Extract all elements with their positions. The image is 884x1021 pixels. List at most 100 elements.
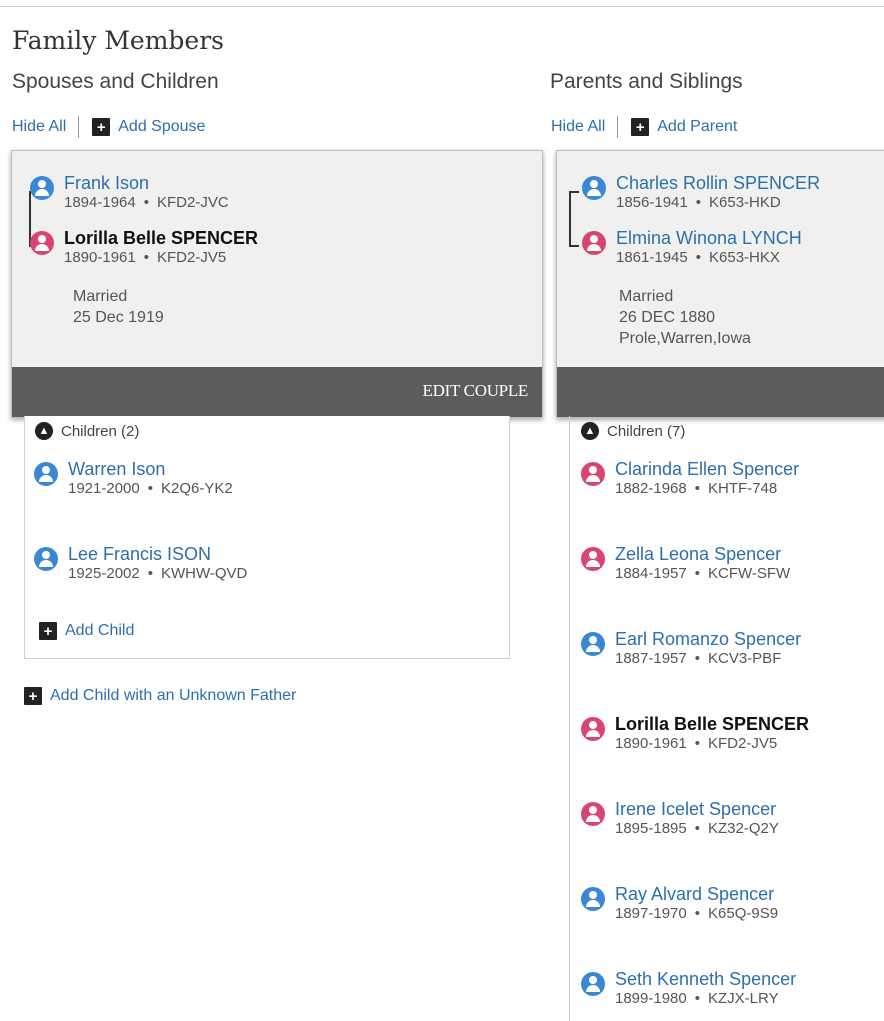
female-person-icon [581, 462, 605, 486]
child-person: Lee Francis ISON 1925-2002 • KWHW-QVD [34, 544, 247, 583]
child-years: 1925-2002 [68, 565, 140, 582]
sibling-name-link[interactable]: Earl Romanzo Spencer [615, 628, 801, 650]
female-person-icon [581, 547, 605, 571]
child-name-link[interactable]: Warren Ison [68, 458, 233, 480]
children-toggle[interactable]: ▲ Children (2) [35, 422, 139, 440]
sibling-id[interactable]: KCFW-SFW [708, 565, 790, 582]
add-spouse-link[interactable]: Add Spouse [118, 118, 205, 136]
couple-action-bar: EDIT COUPLE [12, 367, 542, 417]
child-name-link[interactable]: Lee Francis ISON [68, 543, 247, 565]
plus-icon[interactable]: + [631, 118, 650, 136]
separator-dot: • [694, 905, 700, 922]
father-years: 1856-1941 [616, 194, 688, 211]
siblings-count: (7) [667, 422, 686, 440]
sibling-id[interactable]: KCV3-PBF [708, 650, 781, 667]
male-person-icon [34, 547, 58, 571]
sibling-person: Lorilla Belle SPENCER 1890-1961 • KFD2-JV5 [581, 714, 809, 753]
child-years: 1921-2000 [68, 480, 140, 497]
marriage-info: Married 25 Dec 1919 [73, 286, 164, 328]
husband-years: 1894-1964 [64, 194, 136, 211]
separator-dot: • [147, 480, 153, 497]
parents-connector [569, 191, 579, 247]
sibling-person: Irene Icelet Spencer 1895-1895 • KZ32-Q2Y [581, 799, 779, 838]
sibling-id[interactable]: KZJX-LRY [708, 990, 779, 1007]
sibling-name-link[interactable]: Seth Kenneth Spencer [615, 968, 796, 990]
chevron-up-icon: ▲ [581, 422, 599, 440]
hide-all-spouses-link[interactable]: Hide All [12, 118, 66, 136]
sibling-years: 1884-1957 [615, 565, 687, 582]
female-person-icon [581, 802, 605, 826]
child-id[interactable]: KWHW-QVD [161, 565, 247, 582]
sibling-id[interactable]: KZ32-Q2Y [708, 820, 779, 837]
wife-years: 1890-1961 [64, 249, 136, 266]
edit-couple-button[interactable]: EDIT COUPLE [423, 381, 529, 401]
marriage-label: Married [619, 288, 674, 305]
add-child-unknown-label: Add Child with an Unknown Father [50, 687, 297, 704]
parents-section-title: Parents and Siblings [550, 70, 743, 93]
couple-card: Frank Ison 1894-1964 • KFD2-JVC Lorilla Be… [11, 150, 543, 418]
mother-person: Elmina Winona LYNCH 1861-1945 • K653-HKX [582, 228, 802, 267]
male-person-icon [582, 176, 606, 200]
mother-name-link[interactable]: Elmina Winona LYNCH [616, 227, 802, 249]
sibling-years: 1890-1961 [615, 735, 687, 752]
separator-dot: • [143, 249, 149, 266]
mother-years: 1861-1945 [616, 249, 688, 266]
children-count: (2) [121, 422, 140, 440]
separator-dot: • [695, 194, 701, 211]
separator-dot: • [694, 990, 700, 1007]
siblings-toggle[interactable]: ▲ Children (7) [581, 422, 685, 440]
action-divider [617, 116, 619, 138]
male-person-icon [34, 462, 58, 486]
separator-dot: • [143, 194, 149, 211]
sibling-id[interactable]: KFD2-JV5 [708, 735, 777, 752]
sibling-person: Zella Leona Spencer 1884-1957 • KCFW-SFW [581, 544, 790, 583]
sibling-years: 1895-1895 [615, 820, 687, 837]
sibling-person: Seth Kenneth Spencer 1899-1980 • KZJX-LRY [581, 969, 796, 1008]
female-person-icon [581, 717, 605, 741]
wife-id[interactable]: KFD2-JV5 [157, 249, 226, 266]
father-name-link[interactable]: Charles Rollin SPENCER [616, 172, 820, 194]
children-label: Children [61, 422, 117, 440]
separator-dot: • [694, 820, 700, 837]
sibling-id[interactable]: KHTF-748 [708, 480, 777, 497]
add-parent-link[interactable]: Add Parent [657, 118, 737, 136]
parents-marriage-info: Married 26 DEC 1880 Prole,Warren,Iowa [619, 286, 751, 349]
separator-dot: • [694, 650, 700, 667]
add-child-unknown-father-button[interactable]: + Add Child with an Unknown Father [24, 687, 296, 705]
sibling-years: 1899-1980 [615, 990, 687, 1007]
father-id[interactable]: K653-HKD [709, 194, 781, 211]
sibling-person: Earl Romanzo Spencer 1887-1957 • KCV3-PBF [581, 629, 801, 668]
separator-dot: • [147, 565, 153, 582]
male-person-icon [581, 632, 605, 656]
sibling-name-link[interactable]: Ray Alvard Spencer [615, 883, 778, 905]
marriage-date: 25 Dec 1919 [73, 309, 164, 326]
parents-actions: Hide All + Add Parent [551, 116, 737, 138]
husband-person: Frank Ison 1894-1964 • KFD2-JVC [30, 173, 229, 212]
husband-name-link[interactable]: Frank Ison [64, 172, 229, 194]
male-person-icon [581, 972, 605, 996]
plus-icon: + [39, 622, 57, 640]
sibling-name: Lorilla Belle SPENCER [615, 714, 810, 734]
siblings-label: Children [607, 422, 663, 440]
sibling-name-link[interactable]: Clarinda Ellen Spencer [615, 458, 799, 480]
sibling-id[interactable]: K65Q-9S9 [708, 905, 778, 922]
parents-card: Charles Rollin SPENCER 1856-1941 • K653-HK… [556, 150, 884, 418]
sibling-name-link[interactable]: Zella Leona Spencer [615, 543, 790, 565]
top-border [0, 0, 884, 7]
separator-dot: • [694, 480, 700, 497]
father-person: Charles Rollin SPENCER 1856-1941 • K653-HK… [582, 173, 820, 212]
add-child-label: Add Child [65, 622, 135, 639]
hide-all-parents-link[interactable]: Hide All [551, 118, 605, 136]
mother-id[interactable]: K653-HKX [709, 249, 780, 266]
siblings-border [569, 416, 570, 1021]
child-id[interactable]: K2Q6-YK2 [161, 480, 233, 497]
plus-icon[interactable]: + [92, 118, 111, 136]
spouses-actions: Hide All + Add Spouse [12, 116, 205, 138]
spouses-section-title: Spouses and Children [12, 70, 219, 93]
sibling-name-link[interactable]: Irene Icelet Spencer [615, 798, 779, 820]
husband-id[interactable]: KFD2-JVC [157, 194, 229, 211]
separator-dot: • [694, 735, 700, 752]
add-child-button[interactable]: + Add Child [39, 622, 134, 640]
female-person-icon [582, 231, 606, 255]
chevron-up-icon: ▲ [35, 422, 53, 440]
